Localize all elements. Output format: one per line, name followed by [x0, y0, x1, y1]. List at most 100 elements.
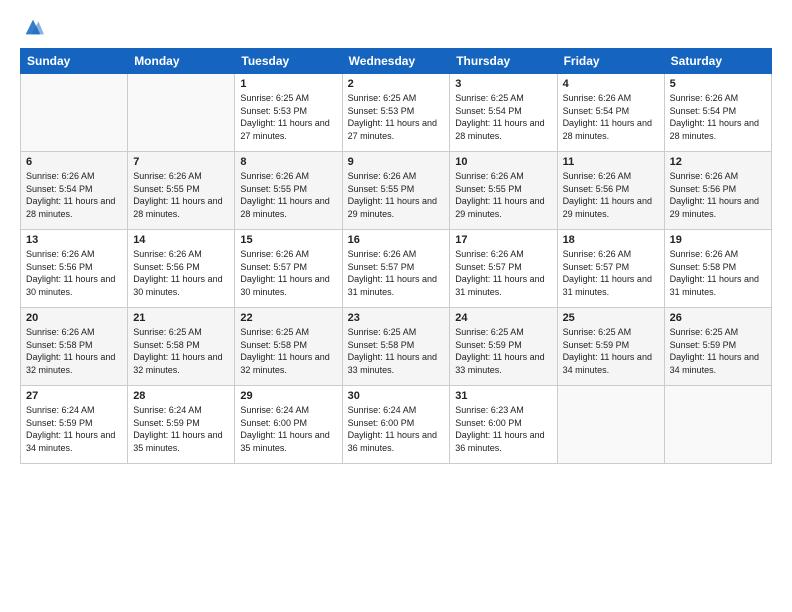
day-number: 27: [26, 390, 122, 402]
day-number: 20: [26, 312, 122, 324]
cell-info: Sunrise: 6:24 AMSunset: 6:00 PMDaylight:…: [240, 405, 329, 453]
cell-info: Sunrise: 6:25 AMSunset: 5:53 PMDaylight:…: [240, 93, 329, 141]
calendar-week-row: 1 Sunrise: 6:25 AMSunset: 5:53 PMDayligh…: [21, 74, 772, 152]
calendar-cell: 23 Sunrise: 6:25 AMSunset: 5:58 PMDaylig…: [342, 308, 450, 386]
calendar-cell: 24 Sunrise: 6:25 AMSunset: 5:59 PMDaylig…: [450, 308, 557, 386]
day-number: 21: [133, 312, 229, 324]
cell-info: Sunrise: 6:26 AMSunset: 5:56 PMDaylight:…: [133, 249, 222, 297]
cell-info: Sunrise: 6:23 AMSunset: 6:00 PMDaylight:…: [455, 405, 544, 453]
cell-info: Sunrise: 6:25 AMSunset: 5:54 PMDaylight:…: [455, 93, 544, 141]
calendar-cell: 1 Sunrise: 6:25 AMSunset: 5:53 PMDayligh…: [235, 74, 342, 152]
calendar-cell: 29 Sunrise: 6:24 AMSunset: 6:00 PMDaylig…: [235, 386, 342, 464]
calendar-cell: 28 Sunrise: 6:24 AMSunset: 5:59 PMDaylig…: [128, 386, 235, 464]
calendar-cell: 12 Sunrise: 6:26 AMSunset: 5:56 PMDaylig…: [664, 152, 771, 230]
day-number: 26: [670, 312, 766, 324]
calendar-cell: 13 Sunrise: 6:26 AMSunset: 5:56 PMDaylig…: [21, 230, 128, 308]
calendar-cell: [664, 386, 771, 464]
calendar-cell: 10 Sunrise: 6:26 AMSunset: 5:55 PMDaylig…: [450, 152, 557, 230]
day-number: 12: [670, 156, 766, 168]
day-number: 14: [133, 234, 229, 246]
day-number: 15: [240, 234, 336, 246]
cell-info: Sunrise: 6:24 AMSunset: 5:59 PMDaylight:…: [133, 405, 222, 453]
cell-info: Sunrise: 6:26 AMSunset: 5:54 PMDaylight:…: [563, 93, 652, 141]
weekday-header: Friday: [557, 49, 664, 74]
calendar-cell: 6 Sunrise: 6:26 AMSunset: 5:54 PMDayligh…: [21, 152, 128, 230]
calendar-cell: [21, 74, 128, 152]
calendar-cell: 19 Sunrise: 6:26 AMSunset: 5:58 PMDaylig…: [664, 230, 771, 308]
cell-info: Sunrise: 6:26 AMSunset: 5:54 PMDaylight:…: [670, 93, 759, 141]
calendar-cell: [557, 386, 664, 464]
cell-info: Sunrise: 6:25 AMSunset: 5:53 PMDaylight:…: [348, 93, 437, 141]
day-number: 28: [133, 390, 229, 402]
calendar-week-row: 20 Sunrise: 6:26 AMSunset: 5:58 PMDaylig…: [21, 308, 772, 386]
calendar-cell: 14 Sunrise: 6:26 AMSunset: 5:56 PMDaylig…: [128, 230, 235, 308]
calendar-cell: 16 Sunrise: 6:26 AMSunset: 5:57 PMDaylig…: [342, 230, 450, 308]
logo-icon: [22, 16, 44, 38]
day-number: 17: [455, 234, 551, 246]
calendar-header-row: SundayMondayTuesdayWednesdayThursdayFrid…: [21, 49, 772, 74]
cell-info: Sunrise: 6:26 AMSunset: 5:56 PMDaylight:…: [670, 171, 759, 219]
weekday-header: Wednesday: [342, 49, 450, 74]
cell-info: Sunrise: 6:26 AMSunset: 5:56 PMDaylight:…: [26, 249, 115, 297]
day-number: 5: [670, 78, 766, 90]
day-number: 18: [563, 234, 659, 246]
calendar-cell: 2 Sunrise: 6:25 AMSunset: 5:53 PMDayligh…: [342, 74, 450, 152]
day-number: 2: [348, 78, 445, 90]
cell-info: Sunrise: 6:25 AMSunset: 5:58 PMDaylight:…: [348, 327, 437, 375]
calendar-cell: 7 Sunrise: 6:26 AMSunset: 5:55 PMDayligh…: [128, 152, 235, 230]
weekday-header: Monday: [128, 49, 235, 74]
day-number: 11: [563, 156, 659, 168]
cell-info: Sunrise: 6:25 AMSunset: 5:59 PMDaylight:…: [563, 327, 652, 375]
cell-info: Sunrise: 6:26 AMSunset: 5:55 PMDaylight:…: [133, 171, 222, 219]
weekday-header: Tuesday: [235, 49, 342, 74]
cell-info: Sunrise: 6:26 AMSunset: 5:54 PMDaylight:…: [26, 171, 115, 219]
calendar-week-row: 27 Sunrise: 6:24 AMSunset: 5:59 PMDaylig…: [21, 386, 772, 464]
calendar-cell: 8 Sunrise: 6:26 AMSunset: 5:55 PMDayligh…: [235, 152, 342, 230]
weekday-header: Sunday: [21, 49, 128, 74]
logo: [20, 16, 44, 38]
day-number: 19: [670, 234, 766, 246]
calendar-cell: 31 Sunrise: 6:23 AMSunset: 6:00 PMDaylig…: [450, 386, 557, 464]
cell-info: Sunrise: 6:26 AMSunset: 5:57 PMDaylight:…: [455, 249, 544, 297]
calendar-cell: 4 Sunrise: 6:26 AMSunset: 5:54 PMDayligh…: [557, 74, 664, 152]
calendar-week-row: 13 Sunrise: 6:26 AMSunset: 5:56 PMDaylig…: [21, 230, 772, 308]
day-number: 7: [133, 156, 229, 168]
day-number: 4: [563, 78, 659, 90]
calendar-week-row: 6 Sunrise: 6:26 AMSunset: 5:54 PMDayligh…: [21, 152, 772, 230]
cell-info: Sunrise: 6:26 AMSunset: 5:57 PMDaylight:…: [348, 249, 437, 297]
cell-info: Sunrise: 6:26 AMSunset: 5:58 PMDaylight:…: [26, 327, 115, 375]
day-number: 30: [348, 390, 445, 402]
calendar-cell: 20 Sunrise: 6:26 AMSunset: 5:58 PMDaylig…: [21, 308, 128, 386]
day-number: 6: [26, 156, 122, 168]
calendar-cell: [128, 74, 235, 152]
weekday-header: Saturday: [664, 49, 771, 74]
cell-info: Sunrise: 6:26 AMSunset: 5:55 PMDaylight:…: [348, 171, 437, 219]
day-number: 22: [240, 312, 336, 324]
day-number: 23: [348, 312, 445, 324]
calendar-cell: 15 Sunrise: 6:26 AMSunset: 5:57 PMDaylig…: [235, 230, 342, 308]
calendar-cell: 27 Sunrise: 6:24 AMSunset: 5:59 PMDaylig…: [21, 386, 128, 464]
day-number: 1: [240, 78, 336, 90]
cell-info: Sunrise: 6:26 AMSunset: 5:56 PMDaylight:…: [563, 171, 652, 219]
calendar-cell: 17 Sunrise: 6:26 AMSunset: 5:57 PMDaylig…: [450, 230, 557, 308]
cell-info: Sunrise: 6:26 AMSunset: 5:57 PMDaylight:…: [240, 249, 329, 297]
weekday-header: Thursday: [450, 49, 557, 74]
day-number: 10: [455, 156, 551, 168]
cell-info: Sunrise: 6:25 AMSunset: 5:58 PMDaylight:…: [240, 327, 329, 375]
cell-info: Sunrise: 6:25 AMSunset: 5:58 PMDaylight:…: [133, 327, 222, 375]
day-number: 24: [455, 312, 551, 324]
day-number: 3: [455, 78, 551, 90]
day-number: 9: [348, 156, 445, 168]
calendar-cell: 5 Sunrise: 6:26 AMSunset: 5:54 PMDayligh…: [664, 74, 771, 152]
cell-info: Sunrise: 6:26 AMSunset: 5:58 PMDaylight:…: [670, 249, 759, 297]
calendar-cell: 11 Sunrise: 6:26 AMSunset: 5:56 PMDaylig…: [557, 152, 664, 230]
cell-info: Sunrise: 6:25 AMSunset: 5:59 PMDaylight:…: [455, 327, 544, 375]
cell-info: Sunrise: 6:25 AMSunset: 5:59 PMDaylight:…: [670, 327, 759, 375]
cell-info: Sunrise: 6:24 AMSunset: 5:59 PMDaylight:…: [26, 405, 115, 453]
day-number: 8: [240, 156, 336, 168]
day-number: 29: [240, 390, 336, 402]
cell-info: Sunrise: 6:24 AMSunset: 6:00 PMDaylight:…: [348, 405, 437, 453]
cell-info: Sunrise: 6:26 AMSunset: 5:55 PMDaylight:…: [455, 171, 544, 219]
day-number: 31: [455, 390, 551, 402]
calendar-cell: 21 Sunrise: 6:25 AMSunset: 5:58 PMDaylig…: [128, 308, 235, 386]
